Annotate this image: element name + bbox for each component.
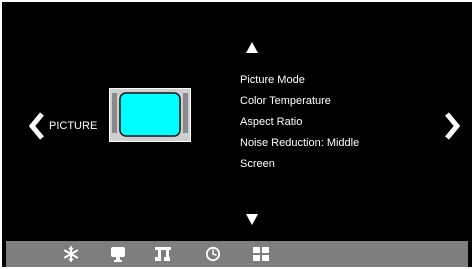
osd-menu-panel: PICTURE Picture Mode Color Temperature A… xyxy=(2,2,472,267)
previous-category-arrow-icon[interactable] xyxy=(29,112,45,140)
monitor-icon[interactable] xyxy=(110,246,126,262)
scroll-down-arrow-icon[interactable] xyxy=(246,214,258,225)
picture-monitor-icon xyxy=(109,88,191,142)
category-label: PICTURE xyxy=(49,120,98,132)
menu-item-screen[interactable]: Screen xyxy=(240,158,359,179)
apps-grid-icon[interactable] xyxy=(252,246,270,262)
menu-item-picture-mode[interactable]: Picture Mode xyxy=(240,74,359,95)
snowflake-icon[interactable] xyxy=(63,246,79,262)
clock-icon[interactable] xyxy=(205,246,221,262)
menu-item-noise-reduction[interactable]: Noise Reduction: Middle xyxy=(240,137,359,158)
picture-settings-menu: Picture Mode Color Temperature Aspect Ra… xyxy=(240,74,359,179)
menu-item-aspect-ratio[interactable]: Aspect Ratio xyxy=(240,116,359,137)
menu-item-color-temperature[interactable]: Color Temperature xyxy=(240,95,359,116)
next-category-arrow-icon[interactable] xyxy=(444,112,460,140)
music-icon[interactable] xyxy=(154,246,172,262)
scroll-up-arrow-icon[interactable] xyxy=(246,42,258,53)
